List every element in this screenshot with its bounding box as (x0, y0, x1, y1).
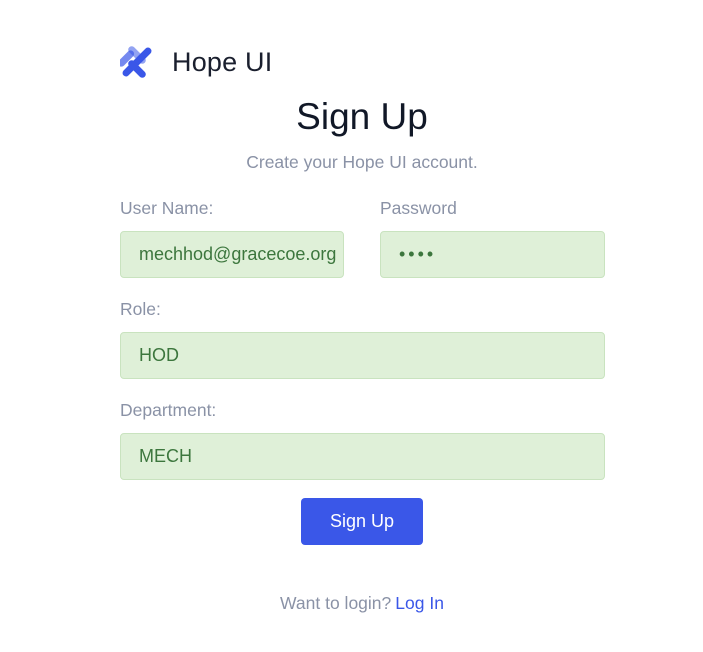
password-value: •••• (399, 244, 437, 264)
department-label: Department: (120, 400, 217, 420)
page-subtitle: Create your Hope UI account. (246, 152, 478, 172)
role-field[interactable]: HOD (120, 332, 605, 379)
sign-up-page: Hope UI Sign Up Create your Hope UI acco… (0, 0, 703, 652)
page-title: Sign Up (296, 96, 428, 137)
login-prompt-text: Want to login? (280, 593, 392, 613)
password-label: Password (380, 198, 457, 218)
username-label: User Name: (120, 198, 214, 218)
brand[interactable]: Hope UI (120, 44, 272, 80)
department-field[interactable]: MECH (120, 433, 605, 480)
username-value: mechhod@gracecoe.org (139, 244, 337, 264)
department-value: MECH (139, 446, 192, 466)
hope-ui-logo-icon (120, 46, 152, 78)
username-field[interactable]: mechhod@gracecoe.org (120, 231, 344, 278)
login-prompt: Want to login? Log In (0, 593, 703, 614)
password-field[interactable]: •••• (380, 231, 605, 278)
brand-name: Hope UI (172, 46, 273, 77)
sign-up-button[interactable]: Sign Up (301, 498, 423, 545)
role-label: Role: (120, 299, 161, 319)
role-value: HOD (139, 345, 179, 365)
log-in-link[interactable]: Log In (395, 593, 444, 613)
